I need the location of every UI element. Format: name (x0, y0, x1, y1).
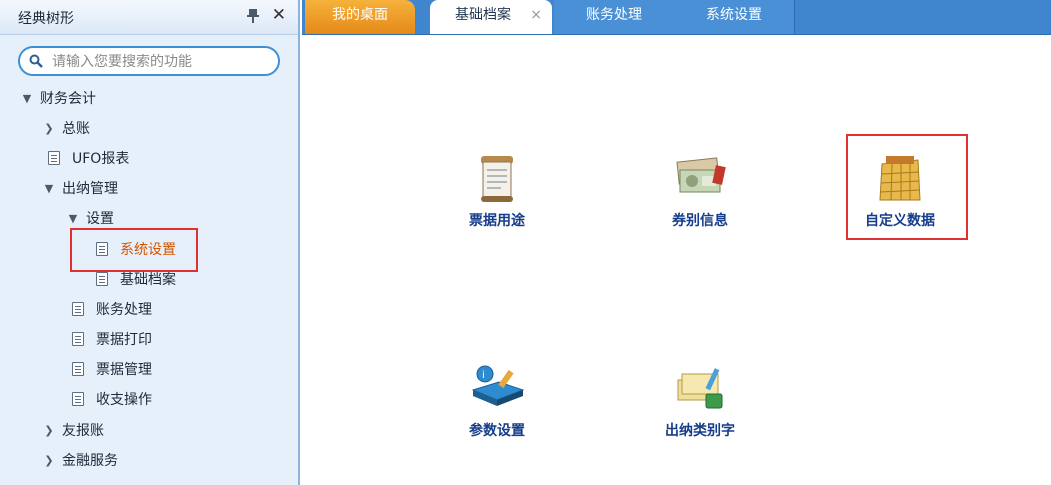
tree-item-settings[interactable]: ▼ 设置 (66, 207, 114, 229)
sidebar-header: 经典树形 ✕ (0, 0, 298, 35)
tile-cashier-category[interactable]: 出纳类别字 (645, 360, 755, 440)
sidebar-title: 经典树形 (18, 11, 74, 27)
chevron-right-icon[interactable]: ❯ (42, 122, 56, 135)
tree-item-financial-services[interactable]: ❯ 金融服务 (42, 449, 118, 471)
tree-item-ufo-report[interactable]: UFO报表 (48, 147, 129, 169)
tree-item-label: 总账 (62, 121, 90, 137)
tab-accounting[interactable]: 账务处理 (554, 0, 675, 34)
main-content: 票据用途 券别信息 自定义数据 i 参数设置 出纳类别字 (302, 35, 1051, 485)
close-icon[interactable]: ✕ (272, 5, 286, 25)
document-icon (72, 302, 84, 316)
tile-currency-info[interactable]: 券别信息 (645, 150, 755, 230)
tab-label: 系统设置 (706, 7, 762, 23)
tree-item-label: 金融服务 (62, 453, 118, 469)
chevron-down-icon[interactable]: ▼ (20, 92, 34, 105)
cashier-category-icon (677, 368, 723, 409)
tree-item-bill-print[interactable]: 票据打印 (72, 328, 152, 350)
tree-item-general-ledger[interactable]: ❯ 总账 (42, 117, 90, 139)
search-input[interactable] (50, 51, 276, 73)
tile-bill-usage[interactable]: 票据用途 (442, 150, 552, 230)
search-box[interactable] (18, 46, 280, 76)
chevron-down-icon[interactable]: ▼ (42, 182, 56, 195)
book-settings-icon: i (471, 365, 525, 406)
tree-item-label: 出纳管理 (62, 181, 118, 197)
tab-system-settings[interactable]: 系统设置 (674, 0, 795, 34)
tree-item-label: 票据打印 (96, 332, 152, 348)
chevron-right-icon[interactable]: ❯ (42, 424, 56, 437)
tree-item-label: 票据管理 (96, 362, 152, 378)
tree-item-accounting[interactable]: 账务处理 (72, 298, 152, 320)
tree-item-label: UFO报表 (72, 151, 130, 167)
tree-item-label: 基础档案 (120, 272, 176, 288)
tree-item-bill-management[interactable]: 票据管理 (72, 358, 152, 380)
document-icon (72, 392, 84, 406)
pin-icon[interactable] (246, 8, 260, 24)
currency-notes-icon (676, 157, 726, 193)
tile-label: 参数设置 (469, 423, 525, 439)
chevron-right-icon[interactable]: ❯ (42, 454, 56, 467)
tile-label: 出纳类别字 (665, 423, 735, 439)
tree-item-income-expense[interactable]: 收支操作 (72, 388, 152, 410)
chevron-down-icon[interactable]: ▼ (66, 212, 80, 225)
tree-item-label: 账务处理 (96, 302, 152, 318)
tree-item-expense-report[interactable]: ❯ 友报账 (42, 419, 104, 441)
tab-close-icon[interactable]: × (530, 0, 542, 30)
highlight-frame (846, 134, 968, 240)
tab-bar: 我的桌面 基础档案 × 账务处理 系统设置 (302, 0, 1051, 35)
search-icon (29, 54, 43, 68)
receipt-scroll-icon (481, 156, 513, 202)
document-icon (72, 332, 84, 346)
tree-item-label: 财务会计 (40, 91, 96, 107)
svg-text:i: i (482, 370, 485, 381)
sidebar: 经典树形 ✕ ▼ 财务会计 ❯ 总账 UFO报表 ▼ 出纳管理 (0, 0, 300, 485)
tree-item-label: 友报账 (62, 423, 104, 439)
highlight-frame (70, 228, 198, 272)
tile-parameter-settings[interactable]: i 参数设置 (442, 360, 552, 440)
tab-my-desktop[interactable]: 我的桌面 (305, 0, 415, 34)
document-icon (48, 151, 60, 165)
tile-label: 券别信息 (672, 213, 728, 229)
document-icon (72, 362, 84, 376)
tile-label: 票据用途 (469, 213, 525, 229)
tab-basic-archive[interactable]: 基础档案 × (430, 0, 552, 34)
tab-label: 我的桌面 (332, 7, 388, 23)
tab-label: 基础档案 (455, 7, 511, 23)
tab-label: 账务处理 (586, 7, 642, 23)
tree-item-label: 收支操作 (96, 392, 152, 408)
tree-item-finance[interactable]: ▼ 财务会计 (20, 87, 96, 109)
tree-item-cashier[interactable]: ▼ 出纳管理 (42, 177, 118, 199)
tree-item-label: 设置 (86, 211, 114, 227)
document-icon (96, 272, 108, 286)
